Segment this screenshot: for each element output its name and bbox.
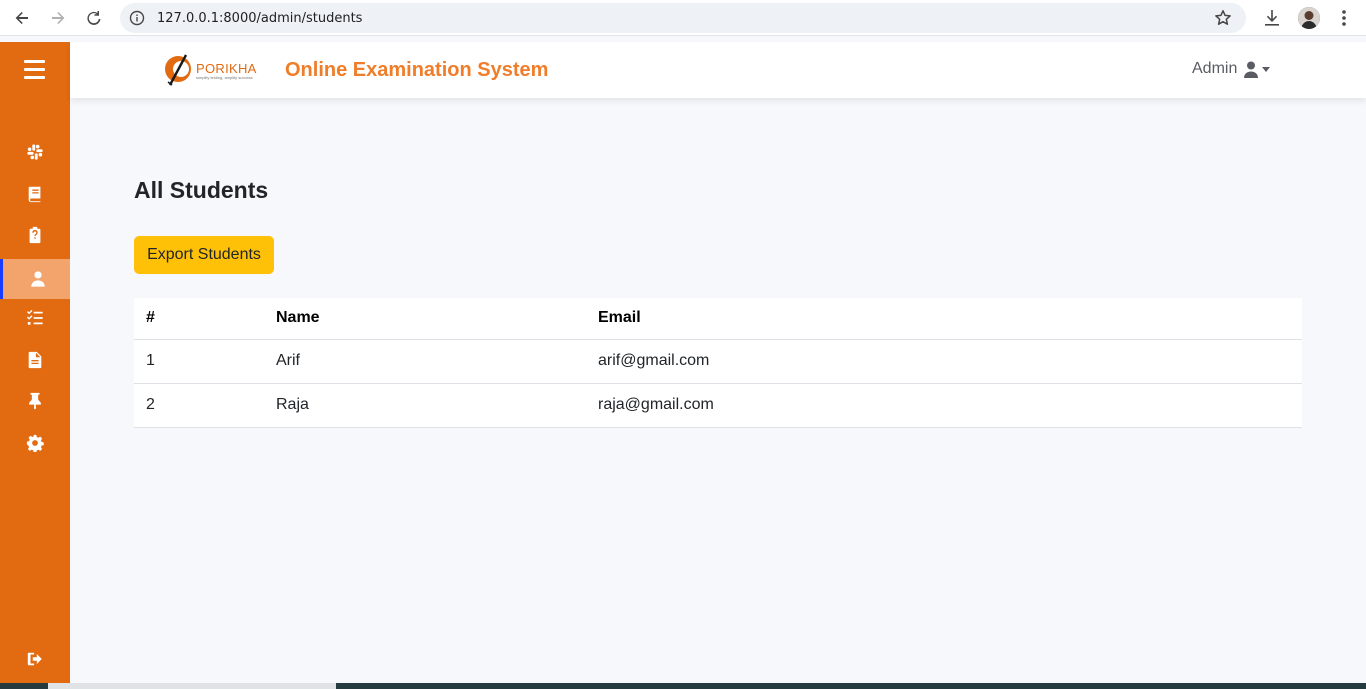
taskbar	[0, 683, 1366, 689]
user-label: Admin	[1192, 60, 1238, 77]
table-row[interactable]: 2 Raja raja@gmail.com	[134, 383, 1302, 428]
row-number: 2	[134, 383, 264, 428]
export-students-button[interactable]: Export Students	[134, 236, 274, 274]
user-icon	[1244, 61, 1259, 78]
sidebar-item-notices[interactable]	[0, 381, 70, 421]
student-email: arif@gmail.com	[586, 339, 1302, 384]
clipboard-question-icon	[29, 226, 41, 244]
url-text: 127.0.0.1:8000/admin/students	[157, 11, 363, 26]
student-name: Raja	[264, 383, 586, 428]
back-icon[interactable]	[11, 7, 33, 29]
sidebar-item-questions[interactable]	[0, 215, 70, 255]
row-number: 1	[134, 339, 264, 384]
address-bar[interactable]: 127.0.0.1:8000/admin/students	[120, 3, 1246, 33]
chevron-down-icon	[1262, 66, 1271, 72]
sidebar	[0, 42, 70, 683]
logo-text: PORIKHA	[196, 61, 257, 76]
sidebar-item-reports[interactable]	[0, 340, 70, 380]
download-icon[interactable]	[1262, 8, 1282, 28]
file-icon	[28, 351, 42, 369]
book-icon	[28, 186, 41, 203]
user-icon	[31, 271, 45, 287]
browser-menu-icon[interactable]	[1336, 8, 1352, 28]
top-header: PORIKHA simplify testing, amplify succes…	[70, 42, 1366, 98]
forward-icon[interactable]	[47, 7, 69, 29]
app-title: Online Examination System	[285, 59, 549, 81]
bookmark-star-icon[interactable]	[1214, 9, 1232, 27]
taskbar-window-tab[interactable]	[48, 683, 336, 689]
user-dropdown[interactable]: Admin	[1192, 60, 1271, 78]
student-name: Arif	[264, 339, 586, 384]
logout-button[interactable]	[0, 639, 70, 679]
sign-out-icon	[27, 652, 42, 666]
page-title: All Students	[134, 177, 269, 203]
sidebar-item-students[interactable]	[0, 259, 70, 299]
list-check-icon	[26, 309, 43, 325]
site-info-icon[interactable]	[129, 10, 145, 26]
gear-icon	[26, 434, 44, 452]
table-header-row: # Name Email	[134, 298, 1302, 340]
slack-icon	[27, 144, 43, 160]
sidebar-item-dashboard[interactable]	[0, 132, 70, 172]
student-email: raja@gmail.com	[586, 383, 1302, 428]
sidebar-item-settings[interactable]	[0, 423, 70, 463]
thumbtack-icon	[29, 392, 41, 410]
hamburger-menu-icon[interactable]	[24, 60, 45, 80]
logo-tagline: simplify testing, amplify success	[196, 75, 253, 80]
students-table: # Name Email 1 Arif arif@gmail.com 2 Raj…	[134, 298, 1302, 428]
profile-avatar[interactable]	[1298, 7, 1320, 29]
browser-toolbar: 127.0.0.1:8000/admin/students	[0, 0, 1366, 36]
column-header-email[interactable]: Email	[586, 298, 1302, 340]
reload-icon[interactable]	[83, 7, 105, 29]
table-row[interactable]: 1 Arif arif@gmail.com	[134, 339, 1302, 384]
sidebar-item-results[interactable]	[0, 298, 70, 338]
sidebar-item-courses[interactable]	[0, 174, 70, 214]
column-header-number[interactable]: #	[134, 298, 264, 340]
column-header-name[interactable]: Name	[264, 298, 586, 340]
